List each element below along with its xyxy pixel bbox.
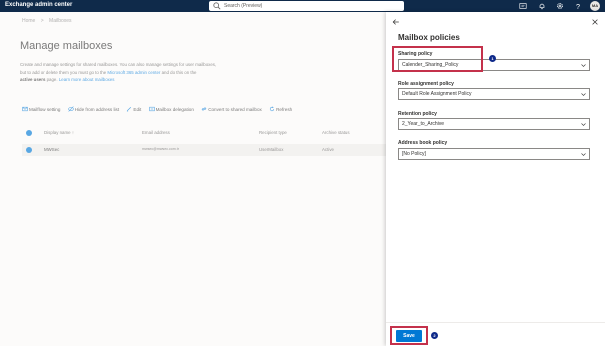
- search-icon: [213, 2, 221, 10]
- bell-icon[interactable]: [538, 2, 546, 10]
- save-highlight: [390, 326, 428, 345]
- retention-policy-value: 2_Year_to_Archive: [402, 121, 445, 127]
- retention-policy-select[interactable]: 2_Year_to_Archive: [398, 118, 590, 130]
- search-input[interactable]: Search (Preview): [224, 3, 262, 9]
- role-assignment-select[interactable]: Default Role Assignment Policy: [398, 88, 590, 100]
- retention-policy-label: Retention policy: [398, 111, 437, 117]
- gear-icon[interactable]: [556, 2, 564, 10]
- close-icon[interactable]: [591, 18, 599, 26]
- chevron-down-icon: [581, 123, 586, 126]
- panel-footer-divider: [386, 322, 605, 323]
- message-icon[interactable]: [519, 2, 527, 10]
- step-badge-1: 1: [489, 55, 496, 62]
- help-icon[interactable]: ?: [574, 2, 582, 10]
- sharing-policy-highlight: [392, 46, 483, 72]
- avatar[interactable]: MA: [590, 1, 600, 11]
- svg-text:?: ?: [576, 2, 580, 10]
- address-book-value: [No Policy]: [402, 151, 426, 157]
- top-bar: Exchange admin center Search (Preview) ?…: [0, 0, 605, 12]
- search-box[interactable]: Search (Preview): [209, 1, 404, 11]
- overlay: [0, 12, 386, 346]
- chevron-down-icon: [581, 64, 586, 67]
- step-badge-2: 2: [431, 332, 438, 339]
- chevron-down-icon: [581, 153, 586, 156]
- panel-title: Mailbox policies: [398, 33, 460, 42]
- chevron-down-icon: [581, 93, 586, 96]
- address-book-select[interactable]: [No Policy]: [398, 148, 590, 160]
- role-assignment-value: Default Role Assignment Policy: [402, 91, 472, 97]
- back-arrow-icon[interactable]: [392, 18, 400, 26]
- role-assignment-label: Role assignment policy: [398, 81, 454, 87]
- address-book-label: Address book policy: [398, 140, 448, 146]
- app-title[interactable]: Exchange admin center: [5, 2, 72, 8]
